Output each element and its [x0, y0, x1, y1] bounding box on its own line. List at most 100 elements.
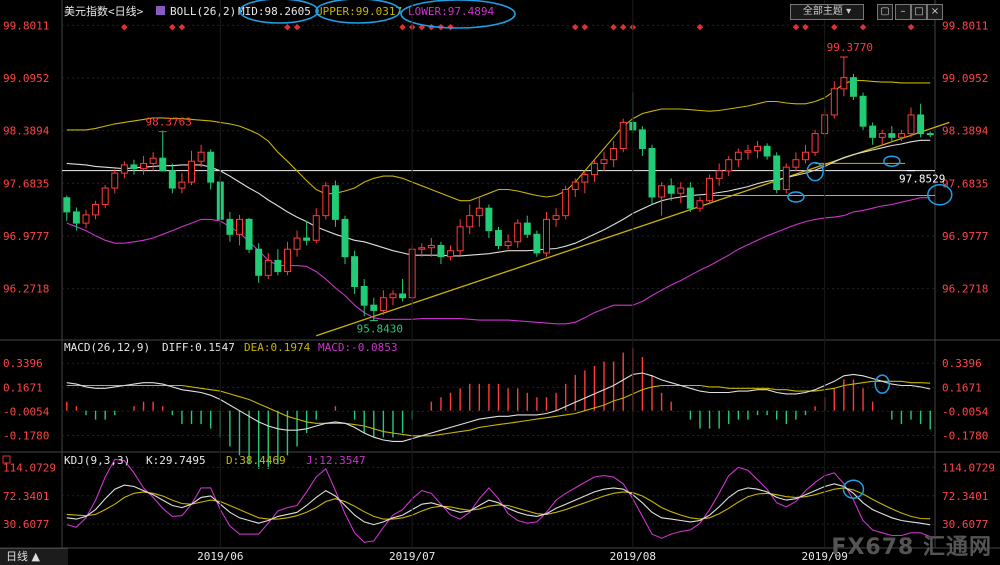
- candle-body: [360, 286, 368, 306]
- price-tick-label-left: 99.8011: [3, 19, 49, 32]
- event-marker: ◆: [179, 20, 186, 33]
- macd-tick-label-left: -0.1780: [3, 430, 49, 443]
- candle-body: [226, 218, 234, 235]
- candle-body: [562, 189, 570, 217]
- candle-body: [389, 293, 397, 299]
- candle-body: [638, 129, 646, 150]
- macd-tick-label-left: 0.3396: [3, 357, 43, 370]
- candle-body: [600, 159, 608, 164]
- candle-body: [207, 151, 215, 183]
- candle-body: [706, 177, 714, 202]
- price-tick-label-left: 98.3894: [3, 125, 50, 138]
- kdj-d-line: [66, 487, 931, 520]
- candle-body: [897, 133, 905, 138]
- candle-body: [610, 148, 618, 161]
- candle-body: [418, 247, 426, 250]
- candle-body: [907, 114, 915, 135]
- candle-body: [677, 187, 685, 194]
- candle-body: [619, 121, 627, 150]
- event-marker: ◆: [169, 20, 176, 33]
- candle-body: [245, 218, 253, 250]
- candle-body: [351, 256, 359, 288]
- macd-dea-label: DEA:0.1974: [244, 341, 311, 354]
- candle-body: [120, 164, 128, 174]
- kdj-tick-label-left: 114.0729: [3, 461, 56, 474]
- candle-body: [322, 185, 330, 217]
- candle-body: [264, 259, 272, 276]
- candle-body: [840, 77, 848, 90]
- event-marker: ◆: [697, 20, 704, 33]
- price-tick-label-left: 97.6835: [3, 177, 49, 190]
- macd-tick-label-right: 0.3396: [942, 357, 982, 370]
- candle-body: [283, 248, 291, 273]
- candle-body: [293, 237, 301, 250]
- candle-body: [542, 218, 550, 254]
- candle-body: [82, 214, 90, 224]
- price-tick-label-left: 99.0952: [3, 72, 49, 85]
- event-marker: ◆: [447, 20, 454, 33]
- kdj-d-label: D:38.4469: [226, 454, 286, 467]
- candle-body: [715, 170, 723, 179]
- macd-tick-label-left: 0.1671: [3, 381, 43, 394]
- candle-body: [188, 160, 195, 183]
- candle-body: [303, 237, 311, 241]
- highlight-circle: [883, 155, 901, 167]
- candle-body: [859, 95, 867, 127]
- candle-body: [696, 200, 704, 209]
- candle-body: [763, 145, 771, 157]
- x-tick-label: 2019/07: [389, 550, 435, 563]
- x-tick-label: 2019/08: [610, 550, 656, 563]
- event-marker: ◆: [831, 20, 838, 33]
- candle-body: [523, 222, 531, 235]
- candle-body: [370, 304, 378, 311]
- event-marker: ◆: [802, 20, 809, 33]
- candle-body: [811, 133, 819, 153]
- candle-body: [92, 203, 100, 216]
- close-icon[interactable]: ×: [927, 4, 943, 20]
- candle-body: [159, 157, 167, 172]
- minimize-icon[interactable]: –: [895, 4, 911, 20]
- candle-body: [168, 170, 176, 189]
- candle-body: [571, 181, 579, 191]
- candle-body: [648, 148, 656, 198]
- candle-body: [533, 233, 541, 254]
- x-tick-label: 2019/06: [197, 550, 243, 563]
- candle-body: [754, 145, 761, 152]
- candle-body: [447, 250, 455, 258]
- candle-body: [63, 197, 71, 213]
- macd-diff-label: DIFF:0.1547: [162, 341, 235, 354]
- macd-tick-label-left: -0.0054: [3, 405, 50, 418]
- price-tick-label-right: 98.3894: [942, 125, 989, 138]
- chart-canvas: 99.8011 99.8011 99.0952 99.0952 98.3894 98.38…: [0, 0, 1000, 563]
- maximize-icon[interactable]: □: [911, 4, 927, 20]
- chart-title: 美元指数<日线>: [64, 4, 144, 18]
- candle-body: [590, 162, 598, 176]
- event-marker: ◆: [399, 20, 406, 33]
- watermark-text: FX678 汇通网: [831, 535, 992, 560]
- candle-body: [140, 162, 148, 170]
- candle-body: [658, 185, 666, 198]
- boll-upper-line: [66, 80, 931, 202]
- candle-body: [456, 226, 464, 252]
- mid-label: MID:98.2605: [238, 5, 311, 18]
- candle-body: [744, 150, 752, 153]
- candle-body: [475, 207, 483, 217]
- candle-body: [274, 259, 282, 273]
- highlight-circle: [927, 184, 953, 206]
- candle-body: [830, 88, 838, 116]
- candle-body: [236, 218, 243, 235]
- price-tick-label-left: 96.2718: [3, 283, 49, 296]
- candle-body: [926, 133, 934, 136]
- chart-window: 99.8011 99.8011 99.0952 99.0952 98.3894 98.38…: [0, 0, 1000, 565]
- candle-body: [341, 218, 349, 258]
- restore-icon[interactable]: ▢: [877, 4, 893, 20]
- event-marker: ◆: [582, 20, 589, 33]
- candle-body: [485, 207, 493, 232]
- indicator-icon: [156, 6, 165, 15]
- candle-body: [504, 241, 512, 246]
- candle-body: [802, 151, 809, 161]
- theme-dropdown-button[interactable]: 全部主题 ▾: [790, 4, 864, 20]
- macd-title: MACD(26,12,9): [64, 341, 150, 354]
- candle-body: [101, 187, 109, 205]
- period-tab[interactable]: 日线 ▲: [0, 548, 68, 565]
